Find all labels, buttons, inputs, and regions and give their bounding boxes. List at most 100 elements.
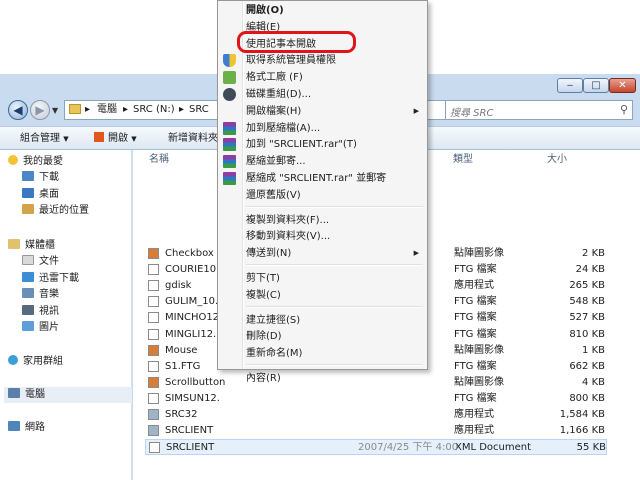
back-arrow-icon: ◀	[13, 103, 23, 117]
menu-item-0-8[interactable]: 加到 "SRCLIENT.rar"(T)	[220, 136, 425, 153]
menu-item-label: 開啟檔案(H)	[246, 105, 302, 117]
folder-icon	[69, 104, 81, 114]
table-row[interactable]: SIMSUN12. FTG 檔案 800 KB	[145, 391, 607, 407]
maximize-button[interactable]: □	[583, 78, 609, 93]
search-input[interactable]: 搜尋 SRC ⚲	[445, 100, 633, 120]
table-row[interactable]: SRC32 應用程式 1,584 KB	[145, 407, 607, 423]
minimize-button[interactable]: ‒	[557, 78, 583, 93]
libraries-icon	[8, 239, 20, 249]
new-folder-button[interactable]: 新增資料夾	[168, 131, 218, 146]
star-icon	[8, 155, 18, 165]
file-type: FTG 檔案	[454, 328, 497, 340]
breadcrumb-computer[interactable]: 電腦	[97, 101, 117, 119]
menu-item-2-1[interactable]: 複製(C)	[220, 287, 425, 304]
back-button[interactable]: ◀	[8, 100, 28, 120]
nav-favorites[interactable]: 我的最愛	[8, 154, 63, 170]
file-file-icon	[148, 360, 159, 372]
column-header-size[interactable]: 大小	[547, 152, 567, 168]
column-header-type[interactable]: 類型	[453, 152, 473, 168]
menu-item-0-10[interactable]: 壓縮成 "SRCLIENT.rar" 並郵寄	[220, 170, 425, 187]
history-dropdown-icon[interactable]: ▼	[52, 106, 58, 115]
nav-network[interactable]: 網路	[8, 420, 45, 436]
menu-item-label: 建立捷徑(S)	[246, 314, 301, 326]
file-name: MINGLI12.F	[165, 328, 222, 340]
pictures-icon	[22, 321, 34, 331]
file-type: 點陣圖影像	[454, 376, 504, 388]
menu-item-1-2[interactable]: 傳送到(N) ▶	[220, 245, 425, 262]
menu-item-label: 內容(R)	[246, 373, 281, 384]
menu-item-3-0[interactable]: 建立捷徑(S)	[220, 312, 425, 329]
file-size: 527 KB	[569, 312, 605, 324]
file-type: 應用程式	[454, 409, 494, 420]
menu-item-label: 剪下(T)	[246, 273, 280, 284]
nav-libraries[interactable]: 媒體櫃	[8, 238, 55, 254]
nav-homegroup[interactable]: 家用群組	[8, 354, 63, 370]
file-file-icon	[148, 280, 159, 292]
column-header-name[interactable]: 名稱	[149, 152, 169, 168]
menu-item-0-7[interactable]: 加到壓縮檔(A)...	[220, 120, 425, 137]
nav-item-xunlei[interactable]: 迅雷下載	[22, 271, 79, 287]
breadcrumb-drive[interactable]: SRC (N:)	[133, 101, 175, 119]
nav-computer[interactable]: 電腦	[4, 387, 132, 403]
menu-item-0-4[interactable]: 格式工廠 (F)	[220, 69, 425, 86]
menu-item-0-9[interactable]: 壓縮並郵寄...	[220, 153, 425, 170]
file-name: SIMSUN12.	[165, 392, 220, 404]
breadcrumb-separator: ▸	[179, 104, 185, 115]
open-button[interactable]: 開啟 ▼	[94, 131, 137, 146]
file-type: 點陣圖影像	[454, 344, 504, 356]
breadcrumb-separator: ▸	[85, 104, 91, 115]
organize-button[interactable]: 組合管理 ▼	[20, 131, 69, 146]
menu-item-0-0[interactable]: 開啟(O)	[220, 2, 425, 19]
nav-item-desktop[interactable]: 桌面	[22, 187, 59, 203]
table-row-selected[interactable]: SRCLIENT XML Document 55 KB 2007/4/25 下午 4:…	[145, 439, 607, 456]
breadcrumb-folder[interactable]: SRC	[189, 101, 209, 119]
file-size: 548 KB	[569, 296, 605, 308]
menu-item-0-3[interactable]: 取得系統管理員權限	[220, 52, 425, 69]
menu-separator	[246, 364, 423, 366]
file-size: 24 KB	[575, 264, 605, 276]
winrar-icon	[223, 155, 236, 169]
menu-separator	[246, 264, 423, 266]
nav-item-pictures[interactable]: 圖片	[22, 320, 59, 336]
menu-item-0-11[interactable]: 還原舊版(V)	[220, 187, 425, 204]
menu-item-0-5[interactable]: 磁碟重組(D)...	[220, 86, 425, 103]
office-icon	[94, 132, 104, 142]
submenu-arrow-icon: ▶	[413, 106, 419, 115]
menu-item-label: 刪除(D)	[246, 331, 282, 343]
thunder-download-icon	[22, 272, 34, 282]
menu-item-3-1[interactable]: 刪除(D)	[220, 328, 425, 345]
menu-item-2-0[interactable]: 剪下(T)	[220, 270, 425, 287]
file-size: 2 KB	[582, 248, 605, 259]
menu-item-3-2[interactable]: 重新命名(M)	[220, 345, 425, 362]
nav-item-downloads[interactable]: 下載	[22, 170, 59, 186]
desktop-icon	[22, 188, 34, 198]
menu-item-1-0[interactable]: 複製到資料夾(F)...	[220, 212, 425, 229]
format-factory-icon	[223, 71, 236, 85]
menu-item-1-1[interactable]: 移動到資料夾(V)...	[220, 228, 425, 245]
file-name: gdisk	[165, 280, 192, 292]
file-type: FTG 檔案	[454, 296, 497, 308]
file-name: Checkbox	[165, 248, 214, 259]
menu-item-0-6[interactable]: 開啟檔案(H) ▶	[220, 103, 425, 120]
close-button[interactable]: ✕	[609, 78, 636, 93]
file-file-icon	[148, 312, 159, 324]
file-type: FTG 檔案	[454, 312, 497, 324]
file-size: 800 KB	[569, 392, 605, 404]
forward-button[interactable]: ▶	[30, 100, 50, 120]
nav-item-recent[interactable]: 最近的位置	[22, 203, 89, 219]
table-row[interactable]: SRCLIENT 應用程式 1,166 KB	[145, 423, 607, 439]
menu-item-label: 加到 "SRCLIENT.rar"(T)	[246, 139, 357, 151]
file-name: S1.FTG	[165, 360, 201, 372]
menu-item-4-0[interactable]: 內容(R)	[220, 370, 425, 387]
file-size: 55 KB	[576, 442, 606, 454]
submenu-arrow-icon: ▶	[413, 249, 419, 258]
nav-item-documents[interactable]: 文件	[22, 254, 59, 270]
nav-item-music[interactable]: 音樂	[22, 287, 59, 303]
file-file-icon	[148, 392, 159, 404]
file-type: FTG 檔案	[454, 264, 497, 276]
file-type: XML Document	[455, 442, 532, 454]
file-file-icon	[148, 328, 159, 340]
nav-item-videos[interactable]: 視訊	[22, 304, 59, 320]
search-icon[interactable]: ⚲	[620, 103, 628, 116]
file-type: FTG 檔案	[454, 360, 497, 372]
